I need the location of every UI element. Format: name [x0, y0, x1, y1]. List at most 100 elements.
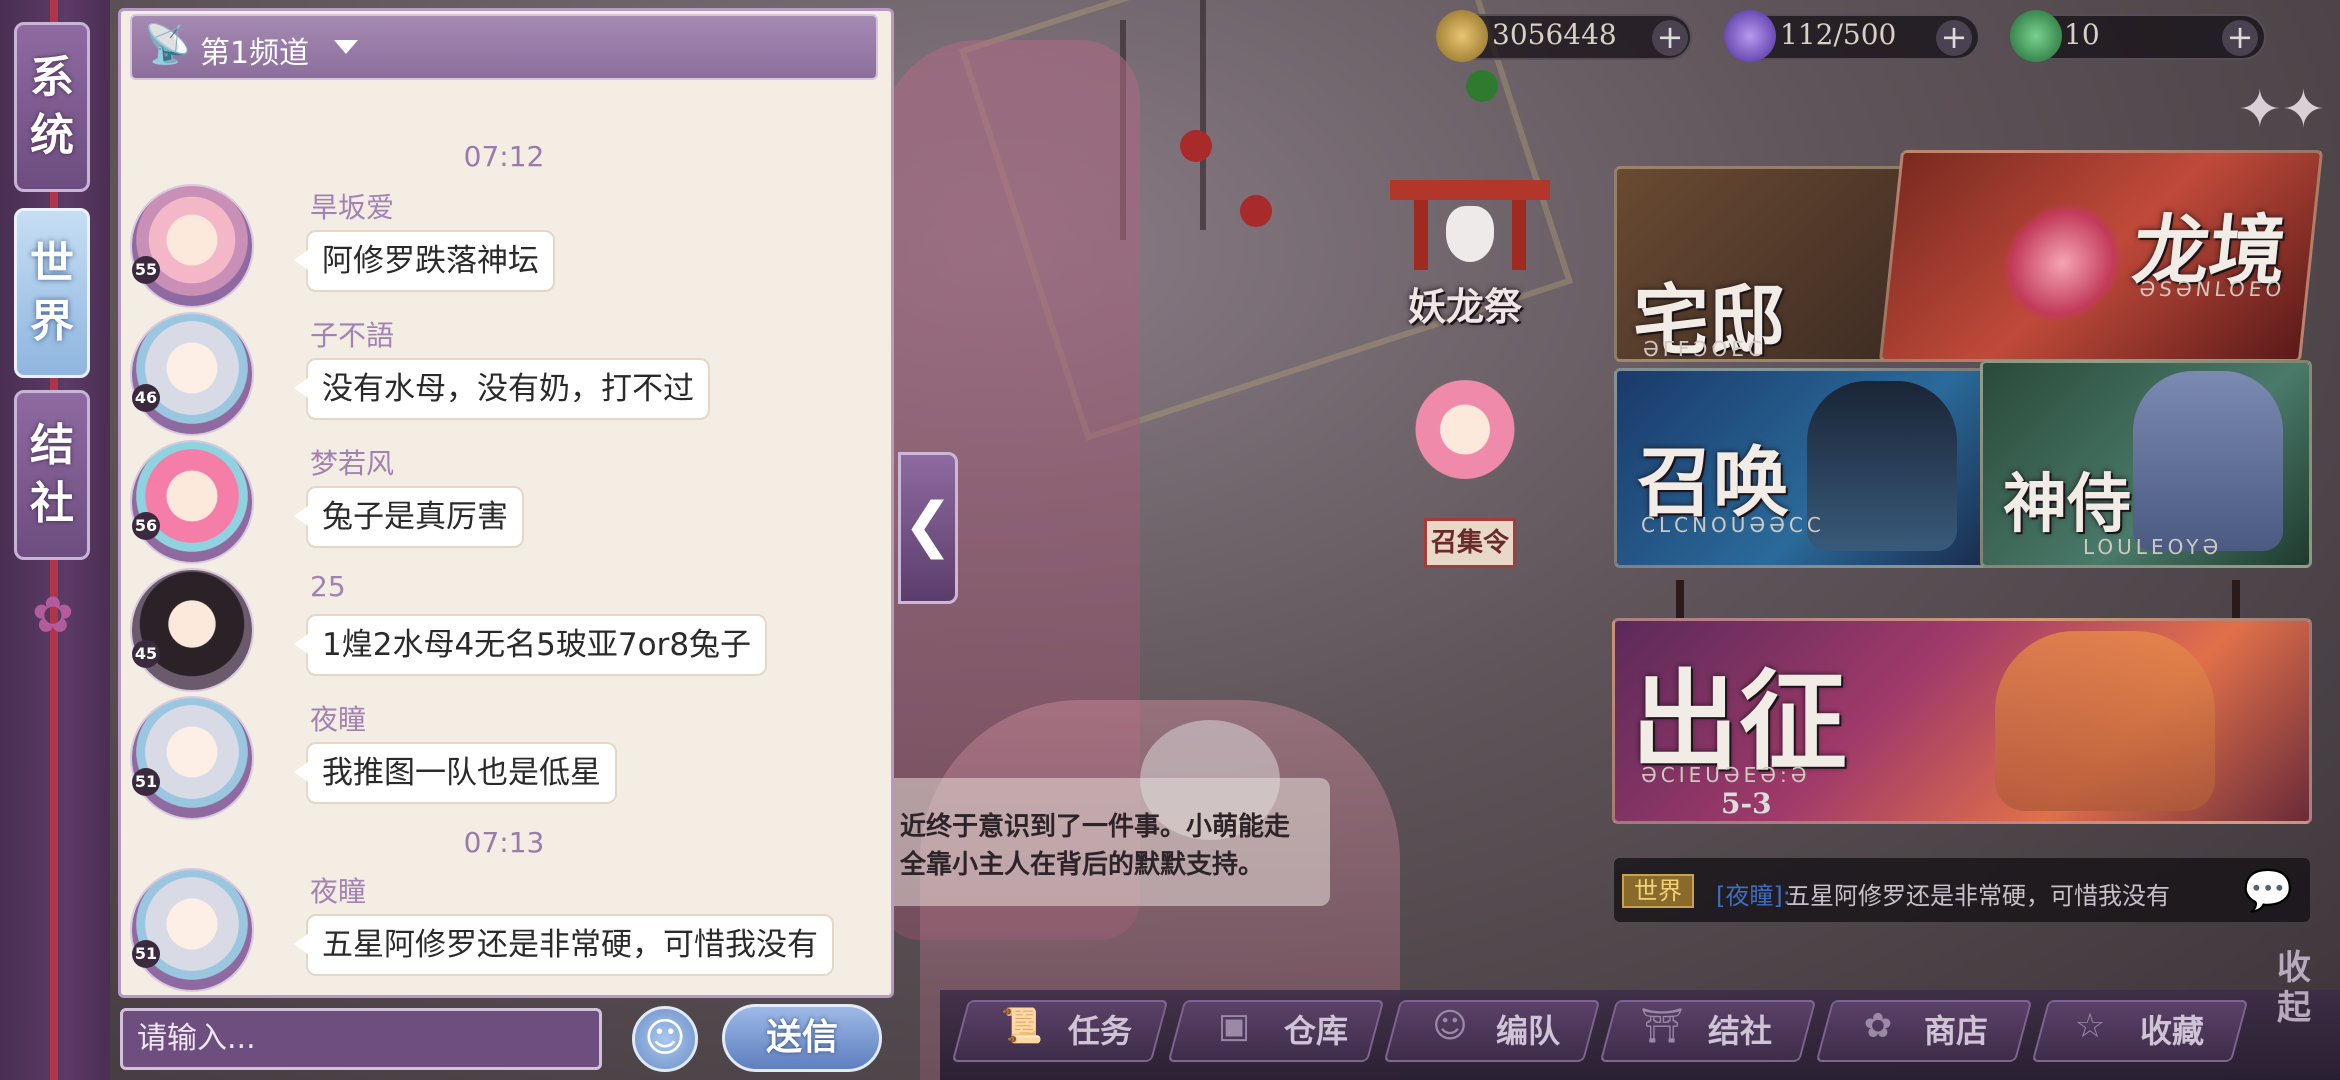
- avatar[interactable]: [132, 314, 252, 434]
- ticker-channel-badge: 世界: [1622, 874, 1694, 908]
- message-bubble: 兔子是真厉害: [294, 486, 524, 548]
- background-line: [1200, 0, 1206, 230]
- shop-icon: ✿: [1863, 1006, 1893, 1046]
- mascot-icon: [1410, 380, 1520, 490]
- battle-subtitle: ƏCIEUƏEƏ:Ə: [1641, 763, 1811, 787]
- sender-name[interactable]: 子不語: [310, 314, 394, 354]
- dialog-text: 近终于意识到了一件事。小萌能走 全靠小主人在背后的默默支持。: [900, 808, 1320, 884]
- gem-icon: [2010, 10, 2062, 62]
- message-timestamp: 07:13: [463, 826, 545, 859]
- collapse-panel-button[interactable]: ❮: [898, 452, 958, 604]
- ticker-message: 五星阿修罗还是非常硬，可惜我没有: [1786, 882, 2170, 910]
- avatar[interactable]: [132, 186, 252, 306]
- message-timestamp: 07:12: [463, 140, 545, 173]
- add-stamina-button[interactable]: +: [1936, 20, 1972, 56]
- dialog-line: 近终于意识到了一件事。小萌能走: [900, 812, 1291, 842]
- tab-guild[interactable]: 结 社: [14, 390, 90, 560]
- gather-button[interactable]: 召集令: [1424, 518, 1516, 568]
- level-badge: 56: [132, 512, 160, 540]
- hanging-rope: [2232, 580, 2240, 620]
- team-icon: ☺: [1432, 1006, 1468, 1046]
- torii-post: [1512, 200, 1526, 270]
- scroll-icon: 📜: [1000, 1006, 1044, 1046]
- add-gem-button[interactable]: +: [2222, 20, 2258, 56]
- summon-character: [1807, 381, 1957, 551]
- stage-label: 5-3: [1721, 787, 1772, 820]
- send-button[interactable]: 送信: [722, 1004, 882, 1072]
- star-icon: ☆: [2074, 1006, 2106, 1046]
- chevron-down-icon[interactable]: [334, 40, 358, 54]
- nav-tasks-button[interactable]: [951, 1000, 1169, 1062]
- nav-guild-label: 结社: [1708, 1012, 1773, 1050]
- battle-card[interactable]: 出征 ƏCIEUƏEƏ:Ə 5-3: [1612, 618, 2312, 824]
- background-bead: [1180, 130, 1212, 162]
- hanging-rope: [1676, 580, 1684, 620]
- sender-name[interactable]: 夜瞳: [310, 870, 366, 910]
- chat-bubble-icon[interactable]: 💬: [2240, 868, 2296, 914]
- level-badge: 51: [132, 768, 160, 796]
- nav-collection-label: 收藏: [2140, 1012, 2205, 1050]
- nav-storage-button[interactable]: [1167, 1000, 1385, 1062]
- avatar[interactable]: [132, 870, 252, 990]
- tab-label: 统: [30, 110, 74, 161]
- portal-icon: [1995, 203, 2129, 323]
- summon-card[interactable]: 召唤 CLCNOUƏƏCC: [1614, 368, 1994, 568]
- gold-value: 3056448: [1492, 18, 1617, 51]
- summon-subtitle: CLCNOUƏƏCC: [1641, 513, 1825, 537]
- nav-team-button[interactable]: [1383, 1000, 1601, 1062]
- tab-label: 世: [30, 238, 74, 289]
- torii-top: [1390, 180, 1550, 200]
- battle-character: [1995, 631, 2215, 811]
- tab-label: 结: [30, 420, 74, 471]
- sender-name[interactable]: 旱坂爱: [310, 186, 394, 226]
- add-gold-button[interactable]: +: [1652, 20, 1688, 56]
- stamina-value: 112/500: [1780, 18, 1897, 51]
- coin-icon: [1436, 10, 1488, 62]
- nav-shop-label: 商店: [1924, 1012, 1989, 1050]
- dialog-line: 全靠小主人在背后的默默支持。: [900, 850, 1265, 880]
- satellite-dish-icon: 📡: [144, 22, 192, 66]
- message-bubble: 我推图一队也是低星: [294, 742, 617, 804]
- event-banner[interactable]: 妖龙祭: [1390, 180, 1550, 330]
- background-bead: [1240, 195, 1272, 227]
- stamina-icon: [1724, 10, 1776, 62]
- sender-name[interactable]: 梦若风: [310, 442, 394, 482]
- channel-label: 第1频道: [200, 36, 310, 71]
- flower-ornament-icon: ✿: [32, 586, 74, 644]
- fox-mask-icon: [1446, 206, 1494, 262]
- event-title: 妖龙祭: [1408, 284, 1523, 329]
- tab-world[interactable]: 世 界: [14, 208, 90, 378]
- avatar[interactable]: [132, 442, 252, 562]
- shinshi-title: 神侍: [2003, 467, 2131, 542]
- message-bubble: 阿修罗跌落神坛: [294, 230, 555, 292]
- shinshi-subtitle: LOULEOYƏ: [2083, 535, 2223, 559]
- tab-system[interactable]: 系 统: [14, 22, 90, 192]
- torii-post: [1414, 200, 1428, 270]
- shinshi-character: [2133, 371, 2283, 551]
- house-subtitle: ƏΓFƆOEC: [1643, 337, 1766, 361]
- gem-value: 10: [2064, 18, 2100, 51]
- message-bubble: 五星阿修罗还是非常硬，可惜我没有: [294, 914, 834, 976]
- level-badge: 46: [132, 384, 160, 412]
- tab-label: 社: [30, 478, 74, 529]
- background-bead: [1466, 70, 1498, 102]
- nav-tasks-label: 任务: [1068, 1012, 1133, 1050]
- level-badge: 45: [132, 640, 160, 668]
- emoji-button[interactable]: ☺: [632, 1006, 698, 1072]
- level-badge: 55: [132, 256, 160, 284]
- chat-input[interactable]: 请输入...: [120, 1008, 602, 1070]
- avatar[interactable]: [132, 570, 252, 690]
- sender-name[interactable]: 夜瞳: [310, 698, 366, 738]
- message-bubble: 没有水母，没有奶，打不过: [294, 358, 710, 420]
- dragon-realm-card[interactable]: 龙境 ƏSƏNLOEO: [1878, 150, 2324, 362]
- guild-icon: ⛩: [1640, 1006, 1684, 1046]
- ticker-sender: [夜瞳]:: [1716, 882, 1791, 910]
- avatar[interactable]: [132, 698, 252, 818]
- sender-name[interactable]: 25: [310, 570, 346, 603]
- fold-button[interactable]: 收起: [2266, 948, 2322, 1058]
- tab-label: 界: [30, 296, 74, 347]
- sparkle-icon: ✦✦: [2238, 80, 2326, 140]
- dragon-subtitle: ƏSƏNLOEO: [2138, 277, 2287, 301]
- shinshi-card[interactable]: 神侍 LOULEOYƏ: [1980, 360, 2312, 568]
- tab-label: 系: [30, 52, 74, 103]
